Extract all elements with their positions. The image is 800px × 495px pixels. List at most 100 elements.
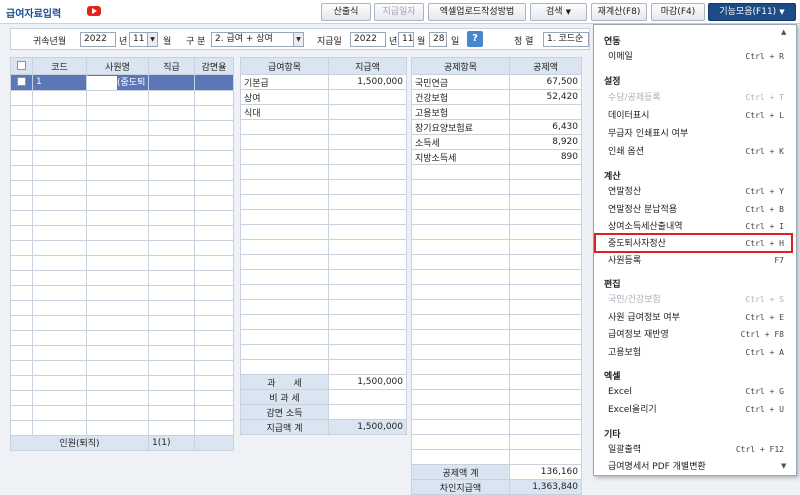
empty-cell[interactable] [86, 284, 149, 301]
empty-row[interactable] [10, 134, 234, 151]
empty-row[interactable] [10, 209, 234, 226]
empty-cell[interactable] [10, 389, 33, 406]
empty-cell[interactable] [10, 374, 33, 391]
empty-cell[interactable] [194, 389, 234, 406]
empty-row[interactable] [411, 194, 582, 210]
empty-cell[interactable] [411, 374, 510, 390]
empty-row[interactable] [10, 254, 234, 271]
empty-row[interactable] [10, 344, 234, 361]
empty-cell[interactable] [148, 89, 195, 106]
empty-cell[interactable] [194, 344, 234, 361]
help-icon[interactable]: ? [467, 31, 483, 47]
empty-row[interactable] [411, 344, 582, 360]
empty-cell[interactable] [148, 329, 195, 346]
empty-cell[interactable] [86, 134, 149, 151]
empty-cell[interactable] [194, 269, 234, 286]
empty-cell[interactable] [240, 119, 329, 135]
empty-cell[interactable] [328, 344, 407, 360]
empty-cell[interactable] [509, 194, 582, 210]
empty-row[interactable] [411, 299, 582, 315]
empty-cell[interactable] [328, 224, 407, 240]
empty-cell[interactable] [148, 119, 195, 136]
empty-cell[interactable] [509, 389, 582, 405]
employee-name[interactable]: (중도퇴 [86, 74, 149, 91]
empty-cell[interactable] [240, 299, 329, 315]
menu-item-excel-upload[interactable]: Excel올리기 Ctrl + U [608, 402, 784, 418]
empty-cell[interactable] [86, 194, 149, 211]
chevron-down-icon[interactable]: ▼ [293, 32, 304, 47]
empty-row[interactable] [411, 284, 582, 300]
empty-cell[interactable] [240, 314, 329, 330]
empty-row[interactable] [411, 404, 582, 420]
recalculate-button[interactable]: 재계산(F8) [591, 3, 647, 21]
empty-row[interactable] [240, 239, 407, 255]
youtube-icon[interactable] [87, 6, 101, 16]
empty-cell[interactable] [194, 164, 234, 181]
pay-year-field[interactable]: 2022 [350, 32, 386, 47]
sort-select[interactable]: 1. 코드순 [543, 32, 589, 47]
empty-row[interactable] [240, 209, 407, 225]
ded-amount[interactable]: 890 [509, 149, 582, 165]
empty-cell[interactable] [411, 179, 510, 195]
empty-cell[interactable] [328, 179, 407, 195]
empty-row[interactable] [240, 134, 407, 150]
empty-cell[interactable] [148, 299, 195, 316]
table-row[interactable]: 상여 [240, 89, 407, 105]
empty-cell[interactable] [148, 404, 195, 421]
empty-cell[interactable] [240, 344, 329, 360]
empty-cell[interactable] [194, 404, 234, 421]
empty-cell[interactable] [32, 89, 87, 106]
menu-item-excel[interactable]: Excel Ctrl + G [608, 384, 784, 400]
empty-row[interactable] [10, 89, 234, 106]
empty-row[interactable] [10, 224, 234, 241]
empty-cell[interactable] [32, 224, 87, 241]
menu-item-data-display[interactable]: 데이터표시 Ctrl + L [608, 108, 784, 124]
empty-cell[interactable] [148, 149, 195, 166]
empty-row[interactable] [10, 164, 234, 181]
empty-cell[interactable] [148, 284, 195, 301]
empty-cell[interactable] [194, 149, 234, 166]
empty-cell[interactable] [509, 209, 582, 225]
employee-code[interactable]: 1 [32, 74, 87, 91]
empty-cell[interactable] [10, 359, 33, 376]
empty-cell[interactable] [86, 149, 149, 166]
table-row[interactable]: 1 (중도퇴 [10, 74, 234, 91]
empty-row[interactable] [411, 224, 582, 240]
ded-amount[interactable]: 52,420 [509, 89, 582, 105]
ded-amount[interactable] [509, 104, 582, 120]
scroll-up-icon[interactable]: ▲ [781, 28, 786, 36]
empty-row[interactable] [240, 314, 407, 330]
empty-cell[interactable] [32, 254, 87, 271]
empty-cell[interactable] [328, 164, 407, 180]
empty-row[interactable] [411, 179, 582, 195]
pay-amount[interactable] [328, 89, 407, 105]
empty-cell[interactable] [411, 194, 510, 210]
empty-cell[interactable] [411, 164, 510, 180]
empty-cell[interactable] [148, 344, 195, 361]
empty-cell[interactable] [240, 164, 329, 180]
empty-cell[interactable] [32, 239, 87, 256]
menu-item-print-options[interactable]: 인쇄 옵션 Ctrl + K [608, 144, 784, 160]
empty-cell[interactable] [148, 269, 195, 286]
empty-cell[interactable] [10, 284, 33, 301]
employee-name-edit[interactable] [87, 75, 117, 90]
empty-cell[interactable] [10, 404, 33, 421]
empty-row[interactable] [10, 404, 234, 421]
empty-cell[interactable] [194, 104, 234, 121]
pay-amount[interactable] [328, 104, 407, 120]
empty-cell[interactable] [32, 344, 87, 361]
empty-cell[interactable] [411, 329, 510, 345]
empty-cell[interactable] [411, 224, 510, 240]
empty-cell[interactable] [194, 419, 234, 436]
empty-cell[interactable] [10, 239, 33, 256]
employee-rate[interactable] [194, 74, 234, 91]
empty-cell[interactable] [10, 149, 33, 166]
empty-row[interactable] [411, 389, 582, 405]
type-select[interactable]: 2. 급여 + 상여 [211, 32, 295, 47]
empty-cell[interactable] [240, 269, 329, 285]
empty-row[interactable] [240, 149, 407, 165]
empty-row[interactable] [240, 254, 407, 270]
empty-cell[interactable] [10, 164, 33, 181]
empty-row[interactable] [240, 119, 407, 135]
menu-item-unpaid-print[interactable]: 무급자 인쇄표시 여부 [608, 126, 784, 142]
